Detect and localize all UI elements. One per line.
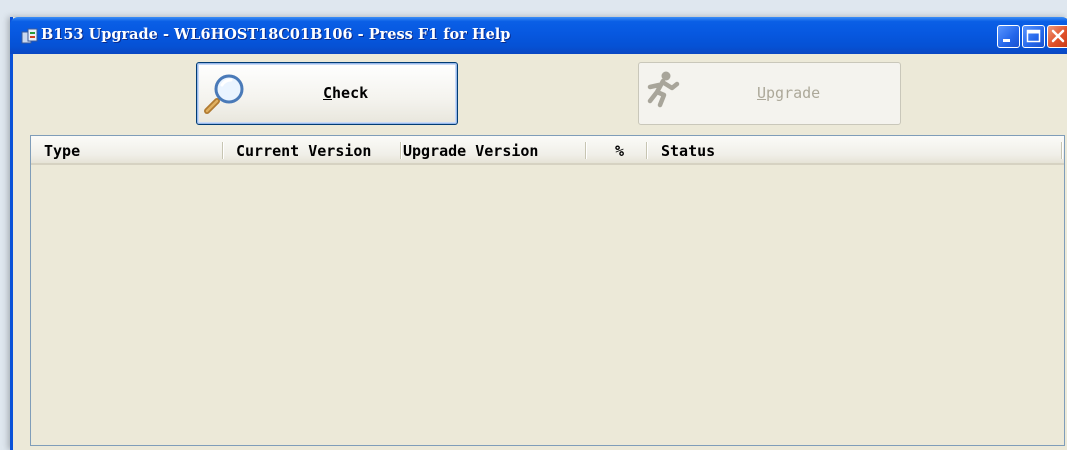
column-divider[interactable] [400, 142, 401, 159]
column-header-upgrade-version[interactable]: Upgrade Version [403, 136, 538, 163]
upgrade-label: Upgrade [757, 84, 821, 102]
window-title: B153 Upgrade - WL6HOST18C01B106 - Press … [41, 26, 511, 43]
minimize-icon [1003, 39, 1010, 42]
table-header: Type Current Version Upgrade Version % S… [31, 136, 1064, 165]
maximize-icon [1026, 29, 1041, 43]
column-divider[interactable] [1061, 142, 1062, 159]
running-man-icon [647, 71, 680, 108]
versions-table[interactable]: Type Current Version Upgrade Version % S… [30, 135, 1065, 446]
column-header-status[interactable]: Status [661, 136, 715, 163]
column-divider[interactable] [585, 142, 586, 159]
magnifier-icon [204, 74, 244, 114]
check-button[interactable]: Check [196, 62, 458, 125]
column-divider[interactable] [222, 142, 223, 159]
check-label: Check [323, 84, 369, 102]
close-icon [1051, 29, 1065, 43]
title-bar[interactable]: B153 Upgrade - WL6HOST18C01B106 - Press … [10, 17, 1067, 54]
column-header-current-version[interactable]: Current Version [236, 136, 371, 163]
installer-icon [21, 28, 38, 44]
minimize-button[interactable] [997, 25, 1020, 48]
table-body[interactable] [31, 165, 1064, 445]
column-header-percent[interactable]: % [615, 136, 624, 163]
column-header-type[interactable]: Type [44, 136, 80, 163]
column-divider[interactable] [646, 142, 647, 159]
upgrade-window: B153 Upgrade - WL6HOST18C01B106 - Press … [10, 17, 1067, 450]
upgrade-button[interactable]: Upgrade [638, 62, 901, 125]
close-button[interactable] [1047, 25, 1067, 48]
maximize-button[interactable] [1022, 25, 1045, 48]
